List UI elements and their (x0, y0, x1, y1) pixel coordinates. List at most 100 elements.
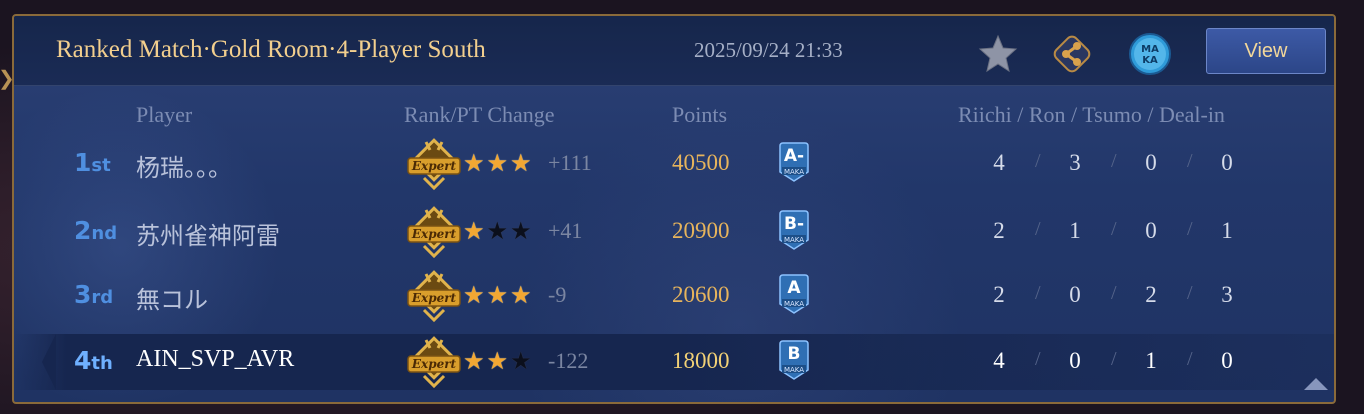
scroll-up-icon[interactable] (1304, 378, 1328, 390)
player-row[interactable]: 3rd 無コル Expert ★ ★ ★ -9 20600 A MAKA 2 0 2 3// / (14, 268, 1334, 324)
stat-divider: / (1035, 282, 1041, 304)
final-points: 18000 (672, 348, 730, 373)
placement-number: 3 (74, 280, 92, 309)
stat-ron: 0 (1069, 348, 1081, 373)
rank-badge-icon: Expert (406, 204, 462, 260)
stat-tsumo: 0 (1145, 150, 1157, 175)
maka-rating-label: MAKA (783, 236, 805, 244)
rank-badge-icon: Expert (406, 136, 462, 192)
placement-number: 4 (74, 346, 92, 375)
maka-rating-grade: B (787, 344, 801, 364)
star-filled-icon: ★ (510, 281, 532, 309)
maka-rating-badge-icon: B MAKA (778, 340, 810, 380)
stat-divider: / (1111, 150, 1117, 172)
stat-dealin: 3 (1221, 282, 1233, 307)
maka-icon-bottom-text: KA (1142, 55, 1158, 66)
match-title: Ranked Match·Gold Room·4-Player South (56, 36, 486, 63)
column-header-points: Points (672, 102, 728, 127)
pt-change: +41 (548, 218, 583, 243)
maka-rating-badge-icon: A- MAKA (778, 142, 810, 182)
maka-rating-grade: A- (783, 146, 805, 166)
placement: 4th (74, 346, 130, 375)
match-record-panel: Ranked Match·Gold Room·4-Player South 20… (12, 14, 1336, 404)
maka-rating-label: MAKA (783, 300, 805, 308)
stat-dealin: 0 (1221, 150, 1233, 175)
maka-rating-label: MAKA (783, 366, 805, 374)
placement-suffix: st (91, 155, 111, 176)
stat-dealin: 0 (1221, 348, 1233, 373)
star-filled-icon: ★ (463, 149, 485, 177)
maka-rating-grade: B- (783, 214, 804, 234)
stat-ron: 1 (1069, 218, 1081, 243)
stat-riichi: 2 (993, 282, 1005, 307)
rank-badge-icon: Expert (406, 334, 462, 390)
star-filled-icon: ★ (463, 217, 485, 245)
star-filled-icon: ★ (486, 281, 509, 309)
maka-rating-label: MAKA (783, 168, 805, 176)
view-button[interactable]: View (1206, 28, 1326, 74)
stat-divider: / (1111, 348, 1117, 370)
rank-stars: ★ ★ ★ (463, 282, 532, 308)
final-points: 20900 (672, 218, 730, 243)
star-empty-icon: ★ (510, 217, 532, 245)
chevron-left-icon[interactable]: ❯ (0, 66, 15, 92)
maka-icon[interactable]: MA KA (1126, 30, 1174, 78)
placement: 1st (74, 148, 130, 177)
pt-change: -122 (548, 348, 589, 373)
star-filled-icon: ★ (463, 347, 485, 375)
player-name[interactable]: 杨瑞。。。 (136, 148, 232, 183)
stat-dealin: 1 (1221, 218, 1233, 243)
placement-number: 2 (74, 216, 92, 245)
match-date: 2025/09/24 21:33 (694, 38, 843, 62)
stat-divider: / (1035, 150, 1041, 172)
placement: 3rd (74, 280, 130, 309)
stat-riichi: 4 (993, 348, 1005, 373)
stat-divider: / (1187, 348, 1193, 370)
favorite-star-icon[interactable] (974, 30, 1022, 78)
player-name[interactable]: 苏州雀神阿雷 (136, 216, 280, 251)
rank-stars: ★ ★ ★ (463, 348, 532, 374)
final-points: 40500 (672, 150, 730, 175)
rank-badge-text: Expert (411, 291, 457, 305)
stat-tsumo: 0 (1145, 218, 1157, 243)
placement-suffix: th (91, 353, 113, 374)
column-header-rank-pt: Rank/PT Change (404, 102, 555, 127)
stat-divider: / (1187, 150, 1193, 172)
player-name[interactable]: 無コル (136, 280, 208, 315)
stat-ron: 0 (1069, 282, 1081, 307)
stat-tsumo: 2 (1145, 282, 1157, 307)
rank-stars: ★ ★ ★ (463, 150, 532, 176)
star-filled-icon: ★ (510, 149, 532, 177)
rank-badge-text: Expert (411, 227, 457, 241)
player-name[interactable]: AIN_SVP_AVR (136, 346, 294, 373)
stat-divider: / (1187, 218, 1193, 240)
star-filled-icon: ★ (486, 149, 509, 177)
column-header-stats: Riichi / Ron / Tsumo / Deal-in (958, 102, 1225, 127)
self-indicator (42, 334, 56, 390)
player-row[interactable]: 1st 杨瑞。。。 Expert ★ ★ ★ +111 40500 A- MAKA 4 3 0 0// / (14, 136, 1334, 192)
stat-divider: / (1111, 282, 1117, 304)
placement: 2nd (74, 216, 130, 245)
pt-change: +111 (548, 150, 592, 175)
star-filled-icon: ★ (463, 281, 485, 309)
player-row[interactable]: 2nd 苏州雀神阿雷 Expert ★ ★ ★ +41 20900 B- MAKA 2 1 0 1// / (14, 204, 1334, 260)
maka-icon-top-text: MA (1141, 44, 1159, 55)
final-points: 20600 (672, 282, 730, 307)
match-header: Ranked Match·Gold Room·4-Player South 20… (14, 16, 1334, 86)
player-row-self[interactable]: 4th AIN_SVP_AVR Expert ★ ★ ★ -122 18000 B MAKA 4 0 1… (14, 334, 1334, 390)
stat-tsumo: 1 (1145, 348, 1157, 373)
placement-number: 1 (74, 148, 92, 177)
maka-rating-grade: A (787, 278, 801, 298)
maka-rating-badge-icon: A MAKA (778, 274, 810, 314)
maka-rating-badge-icon: B- MAKA (778, 210, 810, 250)
stat-riichi: 2 (993, 218, 1005, 243)
star-filled-icon: ★ (486, 347, 509, 375)
share-icon[interactable] (1048, 30, 1096, 78)
placement-suffix: rd (91, 287, 114, 308)
stat-divider: / (1035, 348, 1041, 370)
stat-divider: / (1187, 282, 1193, 304)
stat-divider: / (1111, 218, 1117, 240)
stat-divider: / (1035, 218, 1041, 240)
rank-badge-text: Expert (411, 159, 457, 173)
stat-riichi: 4 (993, 150, 1005, 175)
